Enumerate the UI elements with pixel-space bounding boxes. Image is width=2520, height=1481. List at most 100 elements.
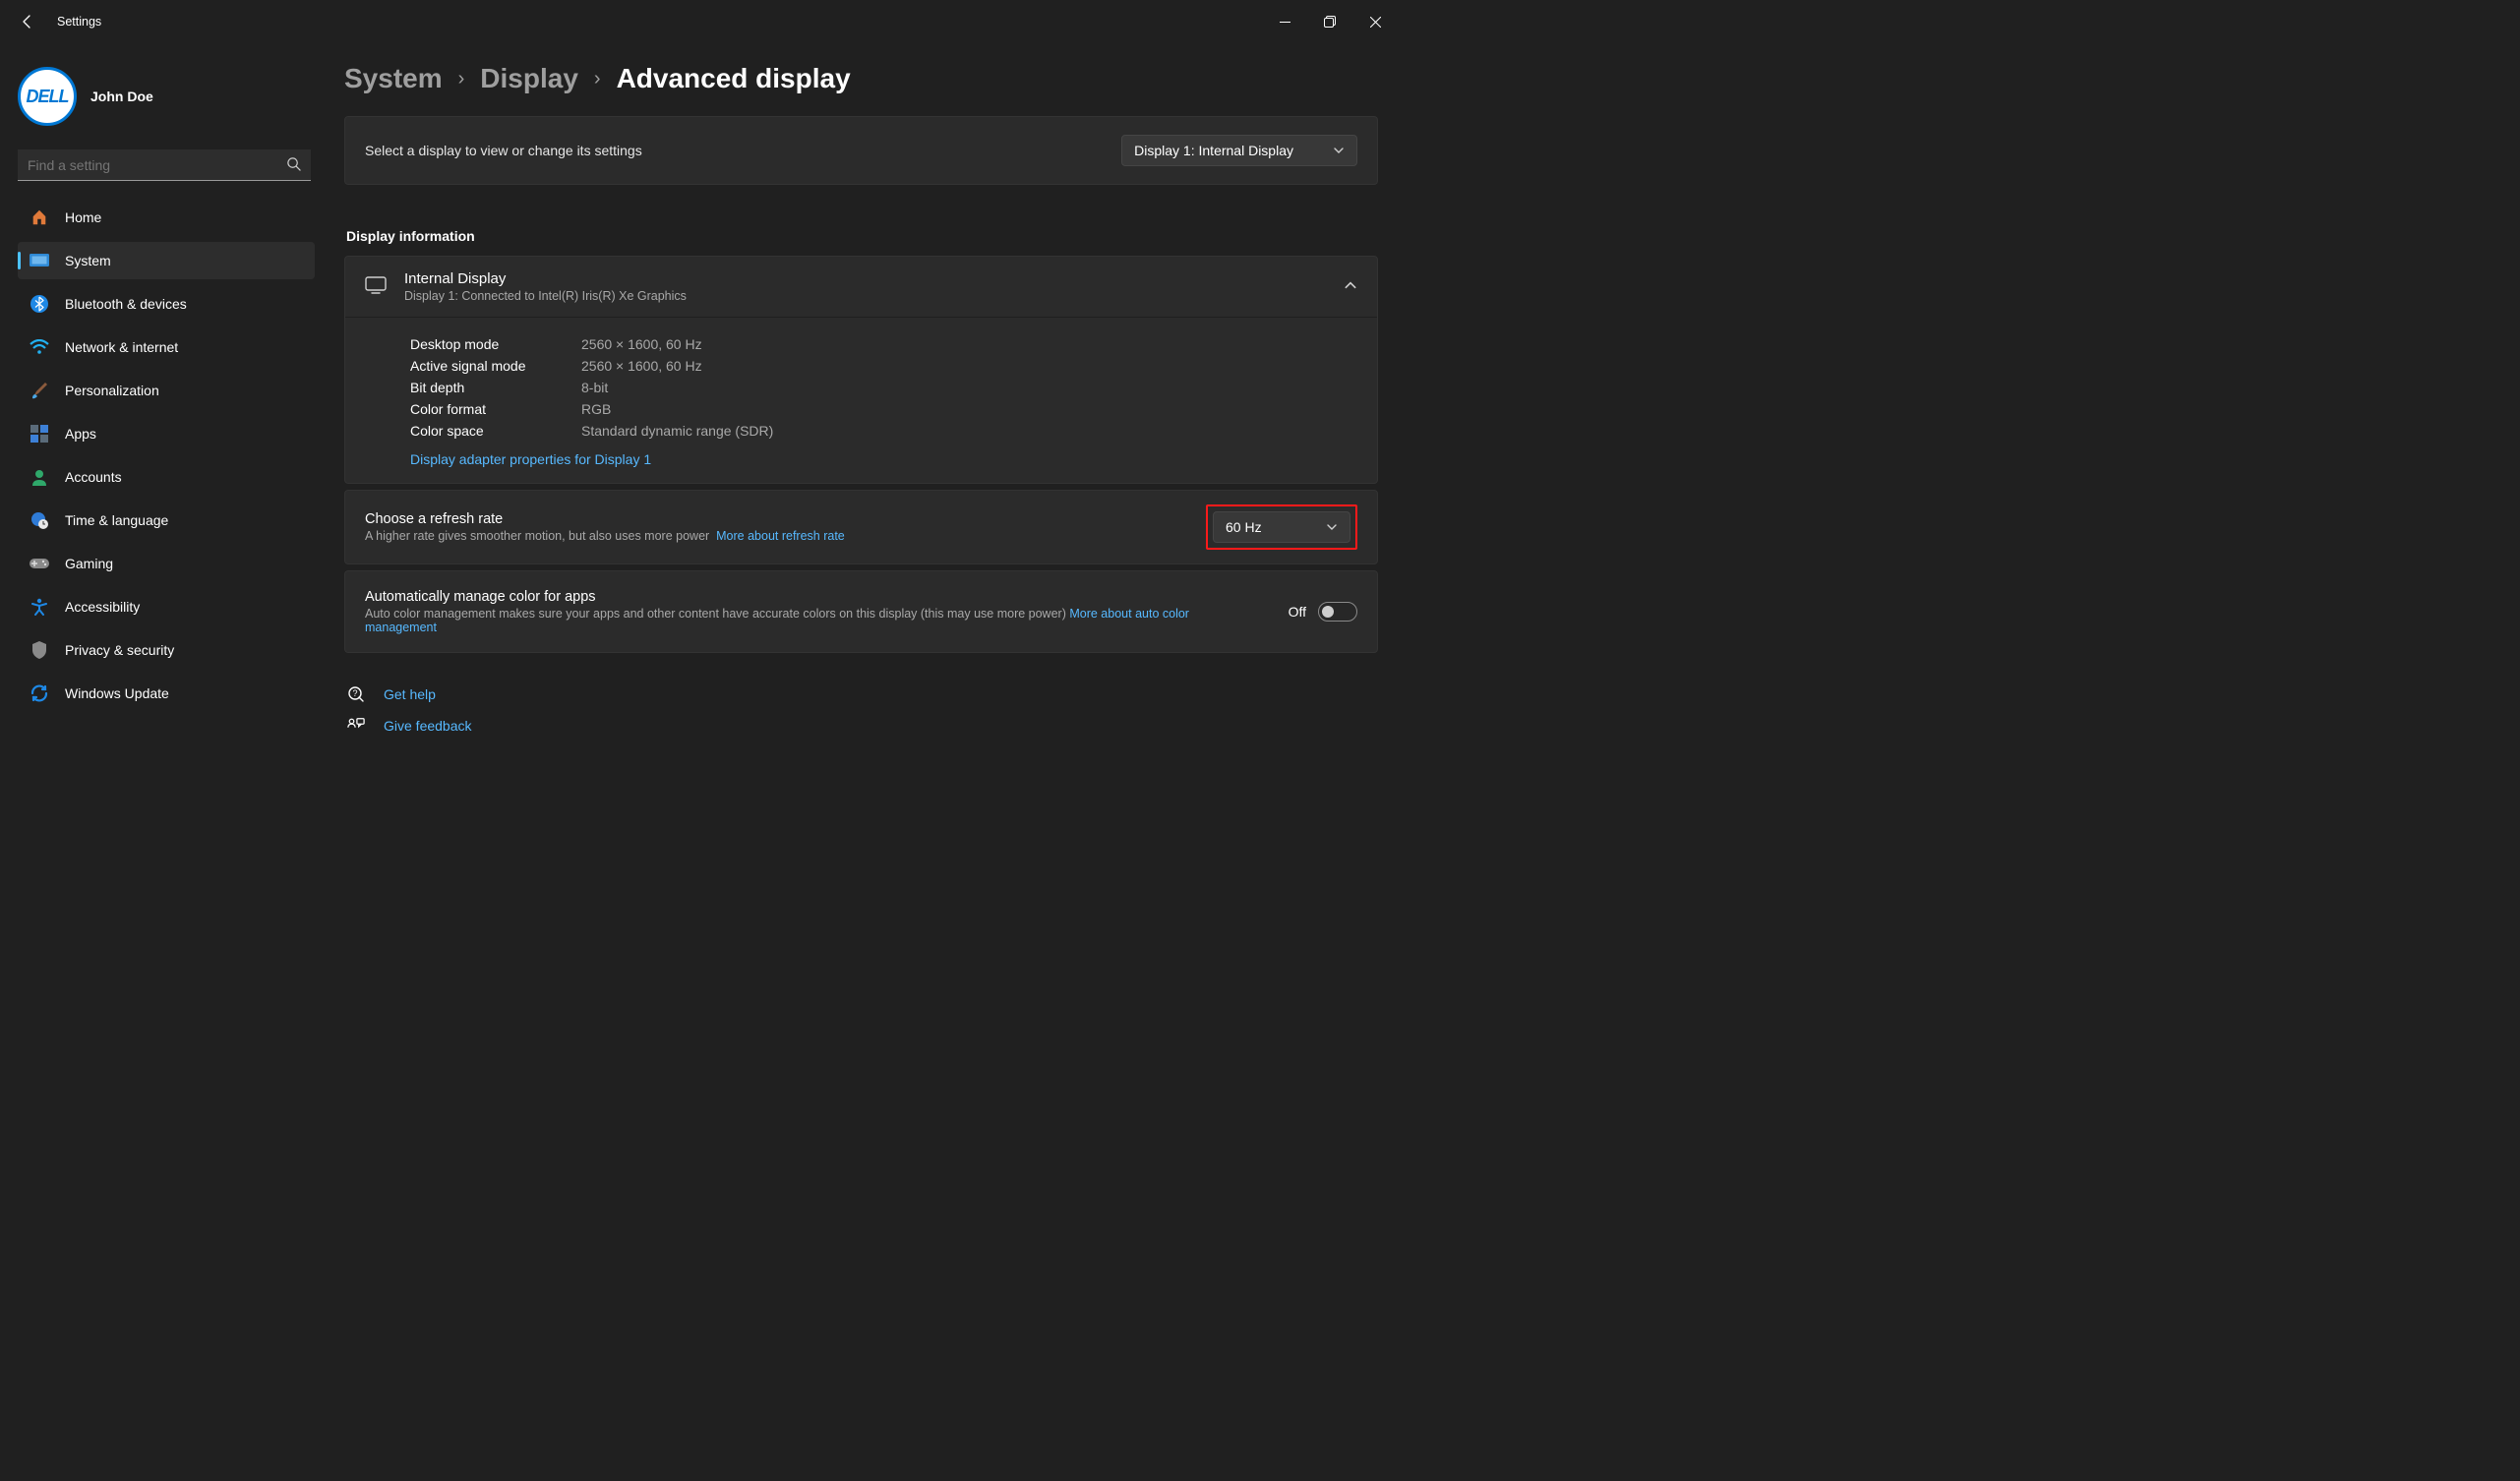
refresh-rate-value: 60 Hz [1226,519,1262,535]
sidebar-item-network[interactable]: Network & internet [18,328,315,366]
refresh-rate-title: Choose a refresh rate [365,511,845,527]
sidebar-item-privacy[interactable]: Privacy & security [18,631,315,669]
profile-name: John Doe [90,89,153,104]
info-row-active-signal: Active signal mode2560 × 1600, 60 Hz [410,355,1357,377]
sidebar-item-time[interactable]: Time & language [18,502,315,539]
sidebar-item-label: Privacy & security [65,642,174,658]
sidebar-item-accounts[interactable]: Accounts [18,458,315,496]
chevron-down-icon [1326,521,1338,533]
sidebar-item-label: Time & language [65,512,168,528]
refresh-rate-desc: A higher rate gives smoother motion, but… [365,529,845,543]
sidebar-item-label: Network & internet [65,339,178,355]
chevron-up-icon [1344,278,1357,295]
sidebar-item-label: Accounts [65,469,122,485]
select-display-prompt: Select a display to view or change its s… [365,143,642,158]
help-links: ? Get help Give feedback [344,679,1378,741]
breadcrumb-system[interactable]: System [344,63,443,94]
help-icon: ? [346,684,366,704]
display-info-body: Desktop mode2560 × 1600, 60 Hz Active si… [345,317,1377,483]
sidebar-item-apps[interactable]: Apps [18,415,315,452]
sidebar: DELL John Doe Home System [0,43,325,824]
gamepad-icon [30,554,49,573]
toggle-knob [1322,606,1334,618]
refresh-rate-more-link[interactable]: More about refresh rate [716,529,845,543]
display-name: Internal Display [404,270,687,287]
feedback-icon [346,716,366,736]
sidebar-item-gaming[interactable]: Gaming [18,545,315,582]
sidebar-item-label: Gaming [65,556,113,571]
auto-color-toggle-group: Off [1289,602,1357,622]
chevron-right-icon: › [458,68,465,90]
display-connection: Display 1: Connected to Intel(R) Iris(R)… [404,289,687,303]
info-row-bit-depth: Bit depth8-bit [410,377,1357,398]
close-button[interactable] [1352,6,1398,37]
search-icon [286,156,301,174]
info-row-color-format: Color formatRGB [410,398,1357,420]
search-container [18,149,311,181]
system-icon [30,251,49,270]
wifi-icon [30,337,49,357]
window-controls [1262,6,1398,37]
sidebar-item-label: Bluetooth & devices [65,296,187,312]
chevron-right-icon: › [594,68,601,90]
auto-color-state-label: Off [1289,604,1306,620]
sidebar-item-label: Home [65,209,101,225]
globe-clock-icon [30,510,49,530]
svg-text:?: ? [352,688,357,698]
give-feedback-link[interactable]: Give feedback [344,710,1378,741]
annotation-highlight: 60 Hz [1206,504,1357,550]
display-info-header[interactable]: Internal Display Display 1: Connected to… [345,257,1377,317]
adapter-properties-link[interactable]: Display adapter properties for Display 1 [410,451,651,467]
profile[interactable]: DELL John Doe [18,57,315,144]
maximize-button[interactable] [1307,6,1352,37]
display-selector-dropdown[interactable]: Display 1: Internal Display [1121,135,1357,166]
chevron-down-icon [1333,145,1345,156]
apps-icon [30,424,49,444]
monitor-icon [365,276,387,297]
sync-icon [30,683,49,703]
sidebar-item-system[interactable]: System [18,242,315,279]
auto-color-desc: Auto color management makes sure your ap… [365,607,1250,634]
sidebar-item-update[interactable]: Windows Update [18,675,315,712]
auto-color-title: Automatically manage color for apps [365,589,1250,605]
avatar-logo-text: DELL [27,87,69,107]
sidebar-item-label: System [65,253,111,268]
minimize-button[interactable] [1262,6,1307,37]
section-title-display-information: Display information [346,228,1378,244]
info-row-desktop-mode: Desktop mode2560 × 1600, 60 Hz [410,333,1357,355]
back-button[interactable] [8,2,47,41]
sidebar-item-accessibility[interactable]: Accessibility [18,588,315,625]
titlebar: Settings [0,0,1406,43]
accessibility-icon [30,597,49,617]
breadcrumb-advanced-display: Advanced display [617,63,851,94]
get-help-link[interactable]: ? Get help [344,679,1378,710]
nav: Home System Bluetooth & devices Network … [18,199,315,712]
auto-color-card: Automatically manage color for apps Auto… [344,570,1378,653]
sidebar-item-bluetooth[interactable]: Bluetooth & devices [18,285,315,323]
content: System › Display › Advanced display Sele… [325,43,1406,824]
sidebar-item-label: Personalization [65,383,159,398]
breadcrumb-display[interactable]: Display [480,63,578,94]
window-title: Settings [57,15,101,29]
shield-icon [30,640,49,660]
refresh-rate-dropdown[interactable]: 60 Hz [1213,511,1350,543]
select-display-card: Select a display to view or change its s… [344,116,1378,185]
auto-color-toggle[interactable] [1318,602,1357,622]
display-selector-value: Display 1: Internal Display [1134,143,1293,158]
breadcrumb: System › Display › Advanced display [344,43,1378,116]
sidebar-item-label: Apps [65,426,96,442]
avatar: DELL [18,67,77,126]
settings-window: Settings DELL John Doe [0,0,1406,824]
bluetooth-icon [30,294,49,314]
home-icon [30,207,49,227]
sidebar-item-home[interactable]: Home [18,199,315,236]
sidebar-item-label: Accessibility [65,599,140,615]
sidebar-item-label: Windows Update [65,685,169,701]
info-row-color-space: Color spaceStandard dynamic range (SDR) [410,420,1357,442]
refresh-rate-card: Choose a refresh rate A higher rate give… [344,490,1378,564]
sidebar-item-personalization[interactable]: Personalization [18,372,315,409]
display-information-card: Internal Display Display 1: Connected to… [344,256,1378,484]
brush-icon [30,381,49,400]
search-input[interactable] [18,149,311,181]
person-icon [30,467,49,487]
